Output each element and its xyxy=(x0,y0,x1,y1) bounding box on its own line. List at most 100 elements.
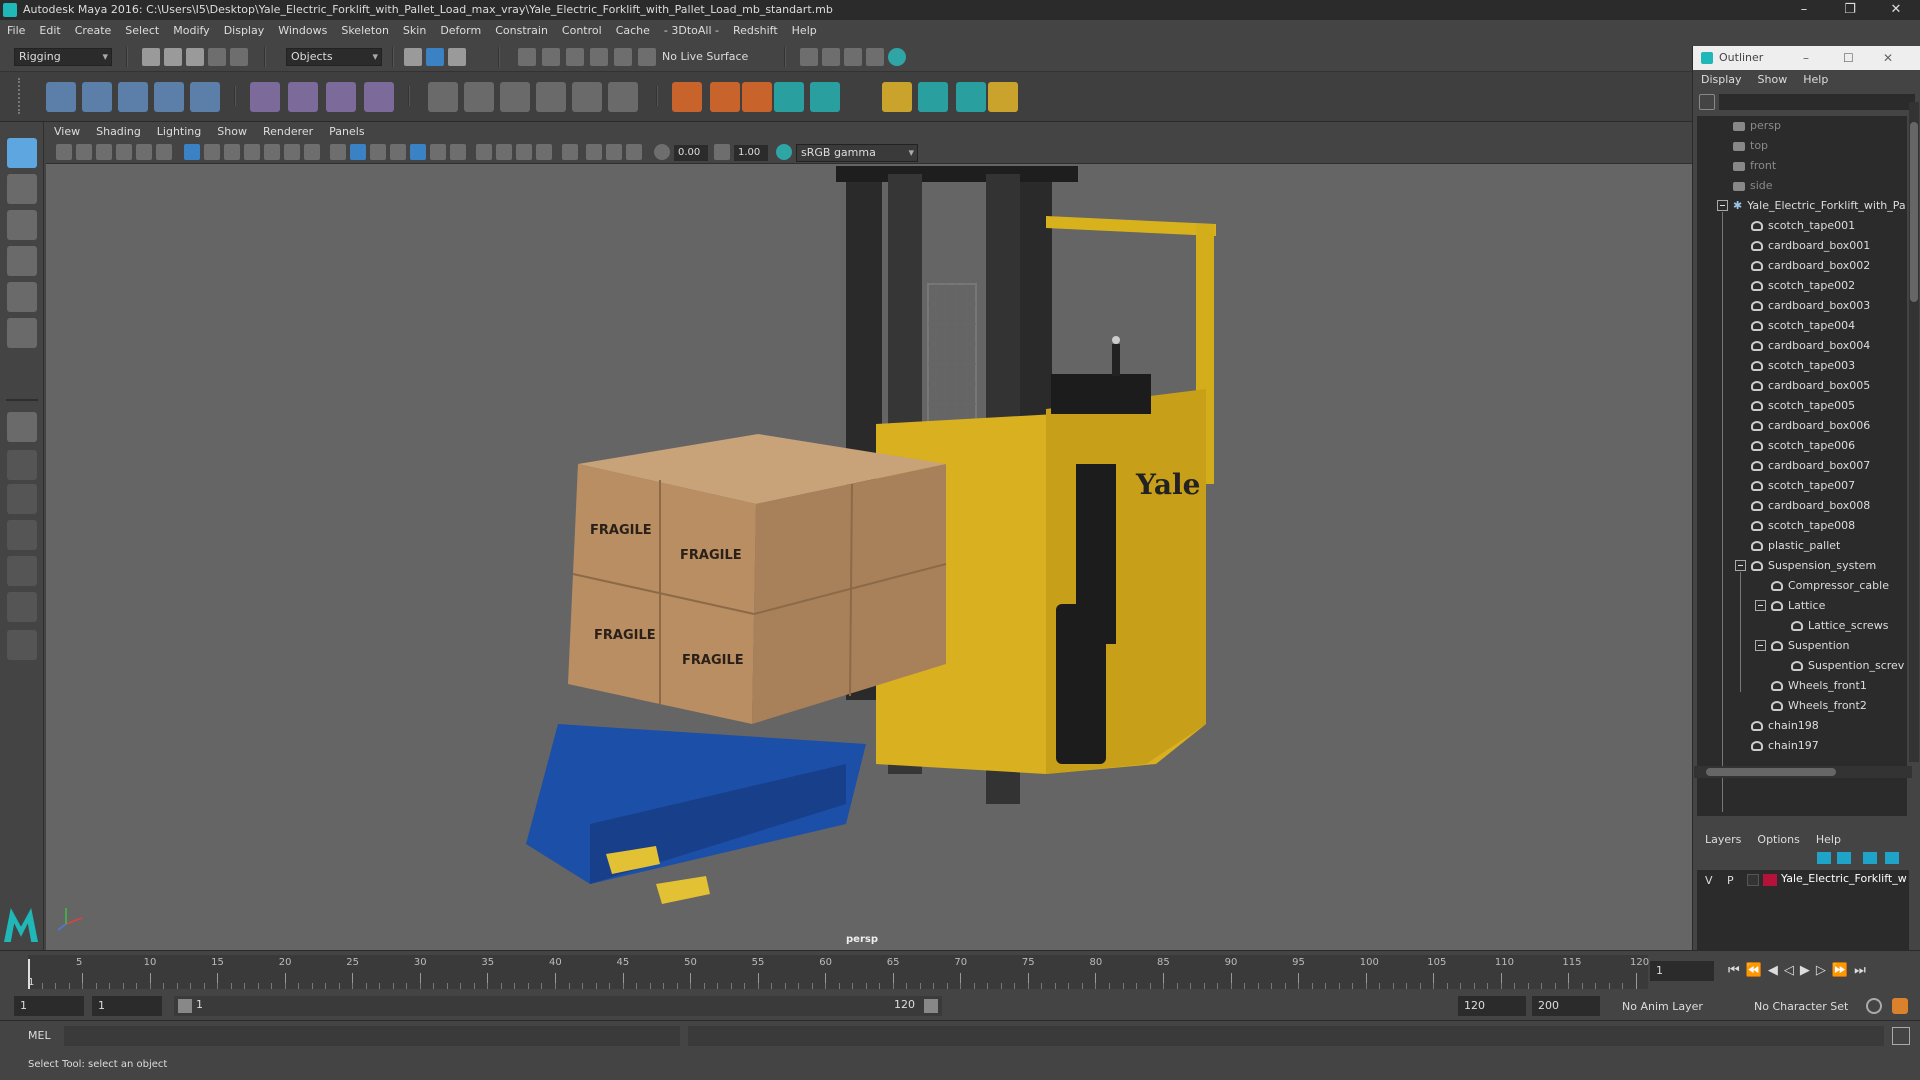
tree-item-lattice[interactable]: Lattice xyxy=(1771,596,1825,616)
step-forward-frame-icon[interactable]: ▷ xyxy=(1816,963,1832,978)
animation-end-field[interactable]: 200 xyxy=(1532,996,1600,1016)
outliner-tree[interactable]: persp top front side ✱ Yale_Electric_Fork… xyxy=(1697,116,1907,816)
tree-item-chain198[interactable]: chain198 xyxy=(1751,716,1819,736)
default-material-icon[interactable] xyxy=(370,144,386,160)
bookmark-icon[interactable] xyxy=(96,144,112,160)
camera-icon[interactable] xyxy=(56,144,72,160)
menu-skin[interactable]: Skin xyxy=(396,20,433,42)
mirror-joint-icon[interactable] xyxy=(190,82,220,112)
minimize-button[interactable]: – xyxy=(1781,0,1827,20)
auto-key-icon[interactable] xyxy=(1866,998,1882,1014)
collapse-suspension-icon[interactable] xyxy=(1735,560,1746,571)
viewport-menu-lighting[interactable]: Lighting xyxy=(149,122,209,142)
grease-pencil-icon[interactable] xyxy=(156,144,172,160)
snap-point-icon[interactable] xyxy=(566,48,584,66)
view-transform-dropdown[interactable]: sRGB gamma xyxy=(796,144,918,162)
select-by-component-icon[interactable] xyxy=(448,48,466,66)
select-by-object-icon[interactable] xyxy=(426,48,444,66)
current-frame-field[interactable]: 1 xyxy=(1650,961,1714,981)
persp-hypershade-layout-icon[interactable] xyxy=(7,556,37,586)
film-gate-icon[interactable] xyxy=(204,144,220,160)
playback-start-field[interactable]: 1 xyxy=(92,996,162,1016)
cluster-icon[interactable] xyxy=(364,82,394,112)
tree-item-persp[interactable]: persp xyxy=(1733,116,1781,136)
scrollbar-thumb[interactable] xyxy=(1706,768,1836,776)
lattice-icon[interactable] xyxy=(326,82,356,112)
range-end-handle[interactable] xyxy=(924,999,938,1013)
script-editor-icon[interactable] xyxy=(1892,1027,1910,1045)
wrap-deformer-icon[interactable] xyxy=(956,82,986,112)
menu-deform[interactable]: Deform xyxy=(433,20,488,42)
layer-playback-toggle[interactable]: P xyxy=(1727,874,1734,887)
go-to-start-icon[interactable]: ⏮ xyxy=(1728,963,1746,978)
menu-control[interactable]: Control xyxy=(555,20,609,42)
perspective-viewport[interactable]: Yale FRAGILE FRAGILE FRAGILE FRAGILE per… xyxy=(46,164,1692,950)
human-ik-icon[interactable] xyxy=(742,82,772,112)
textured-icon[interactable] xyxy=(410,144,426,160)
viewport-menu-renderer[interactable]: Renderer xyxy=(255,122,321,142)
menu-3dtoall[interactable]: - 3DtoAll - xyxy=(657,20,726,42)
select-tool-icon[interactable] xyxy=(7,138,37,168)
outliner-menu-help[interactable]: Help xyxy=(1795,70,1836,90)
layers-menu-options[interactable]: Options xyxy=(1749,830,1807,850)
paint-weights-icon[interactable] xyxy=(288,82,318,112)
ik-handle-icon[interactable] xyxy=(82,82,112,112)
rivet-icon[interactable] xyxy=(710,82,740,112)
ipr-render-icon[interactable] xyxy=(844,48,862,66)
tree-item-child[interactable]: scotch_tape007 xyxy=(1751,476,1855,496)
wireframe-icon[interactable] xyxy=(330,144,346,160)
scale-tool-icon[interactable] xyxy=(7,318,37,348)
tree-item-child[interactable]: scotch_tape002 xyxy=(1751,276,1855,296)
menu-display[interactable]: Display xyxy=(217,20,272,42)
menu-constrain[interactable]: Constrain xyxy=(488,20,555,42)
command-input[interactable] xyxy=(64,1026,680,1046)
animation-start-field[interactable]: 1 xyxy=(14,996,84,1016)
gate-mask-icon[interactable] xyxy=(244,144,260,160)
viewport-menu-show[interactable]: Show xyxy=(209,122,255,142)
tree-item-side[interactable]: side xyxy=(1733,176,1773,196)
xray-components-icon[interactable] xyxy=(626,144,642,160)
ik-spline-icon[interactable] xyxy=(118,82,148,112)
four-view-layout-icon[interactable] xyxy=(7,450,37,480)
redo-icon[interactable] xyxy=(230,48,248,66)
range-start-handle[interactable] xyxy=(178,999,192,1013)
parent-constraint-icon[interactable] xyxy=(572,82,602,112)
menu-redshift[interactable]: Redshift xyxy=(726,20,785,42)
menu-select[interactable]: Select xyxy=(118,20,166,42)
save-scene-icon[interactable] xyxy=(186,48,204,66)
set-driven-key-icon[interactable] xyxy=(882,82,912,112)
tree-item-compressor-cable[interactable]: Compressor_cable xyxy=(1771,576,1889,596)
grid-icon[interactable] xyxy=(184,144,200,160)
locator-icon[interactable] xyxy=(672,82,702,112)
move-layer-up-icon[interactable] xyxy=(1817,852,1831,864)
outliner-search-input[interactable] xyxy=(1719,94,1915,110)
layer-type-toggle[interactable] xyxy=(1747,874,1759,886)
render-view-icon[interactable] xyxy=(800,48,818,66)
collapse-suspention-icon[interactable] xyxy=(1755,640,1766,651)
motion-blur-icon[interactable] xyxy=(496,144,512,160)
rotate-tool-icon[interactable] xyxy=(7,282,37,312)
safe-action-icon[interactable] xyxy=(284,144,300,160)
outliner-maximize-button[interactable]: ☐ xyxy=(1843,46,1854,70)
tree-item-child[interactable]: cardboard_box007 xyxy=(1751,456,1870,476)
vscrollbar-thumb[interactable] xyxy=(1910,122,1918,302)
live-surface-label[interactable]: No Live Surface xyxy=(662,50,748,63)
color-management-icon[interactable] xyxy=(776,144,792,160)
current-time-indicator[interactable] xyxy=(28,959,30,989)
shelf-handle-icon[interactable] xyxy=(18,78,32,114)
viewport-menu-panels[interactable]: Panels xyxy=(321,122,372,142)
tree-item-child[interactable]: scotch_tape008 xyxy=(1751,516,1855,536)
tree-item-suspension-system[interactable]: Suspension_system xyxy=(1751,556,1876,576)
open-scene-icon[interactable] xyxy=(164,48,182,66)
safe-title-icon[interactable] xyxy=(304,144,320,160)
go-to-end-icon[interactable]: ⏭ xyxy=(1854,963,1872,978)
menu-edit[interactable]: Edit xyxy=(32,20,67,42)
layout-options-icon[interactable] xyxy=(7,630,37,660)
xray-icon[interactable] xyxy=(586,144,602,160)
move-layer-down-icon[interactable] xyxy=(1837,852,1851,864)
play-backward-icon[interactable]: ◁ xyxy=(1784,963,1800,978)
tree-item-suspention[interactable]: Suspention xyxy=(1771,636,1849,656)
paint-select-icon[interactable] xyxy=(7,210,37,240)
layer-name[interactable]: Yale_Electric_Forklift_w xyxy=(1781,872,1907,885)
anti-aliasing-icon[interactable] xyxy=(516,144,532,160)
